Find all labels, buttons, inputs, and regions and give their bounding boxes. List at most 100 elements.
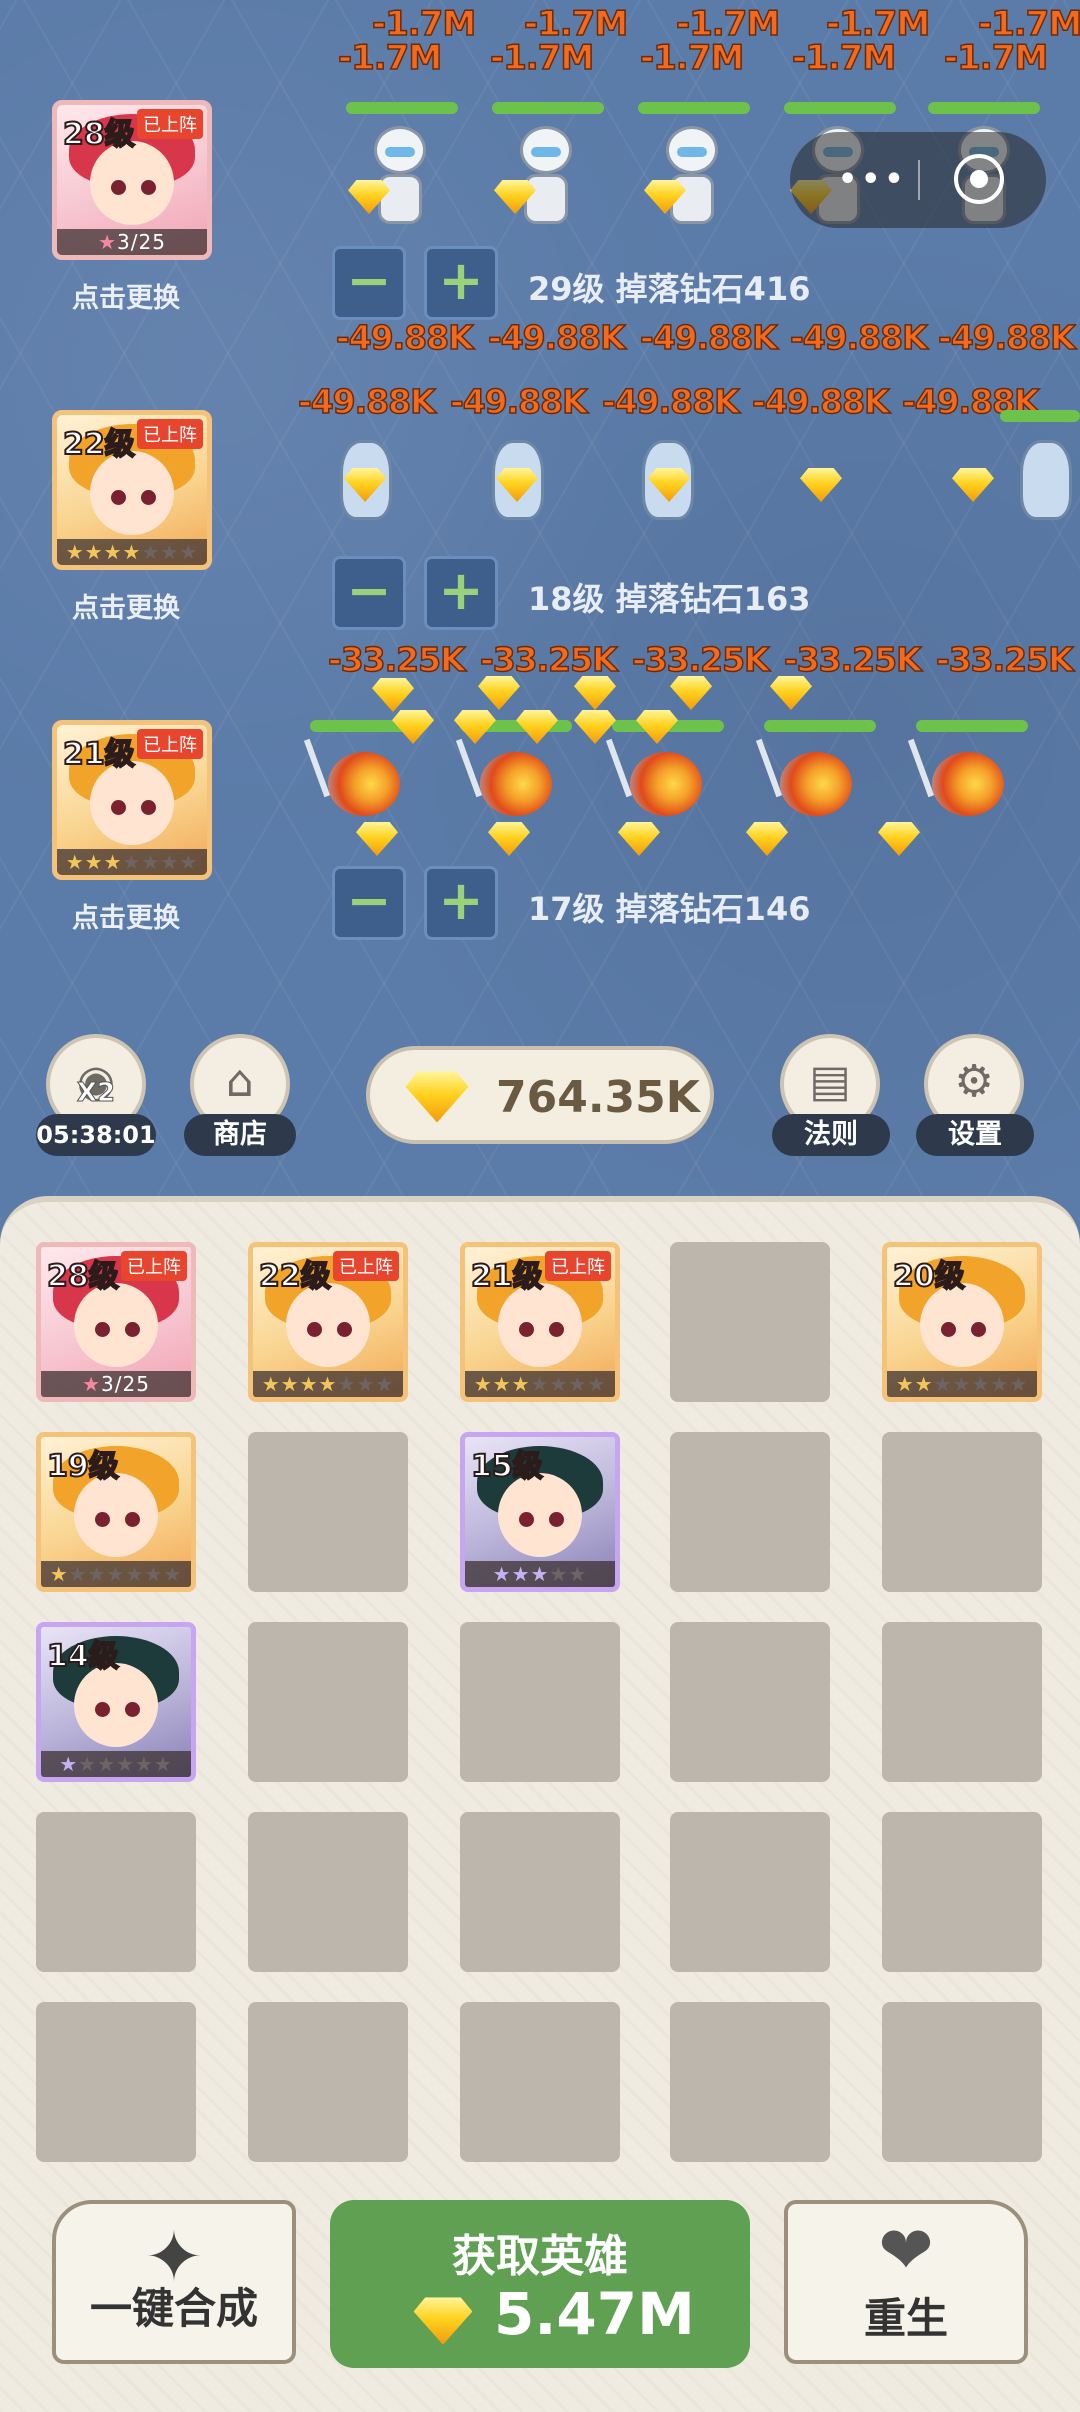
damage-number: -33.25K <box>783 639 922 680</box>
inventory-slot-empty[interactable] <box>670 1812 830 1972</box>
get-hero-button[interactable]: 获取英雄 5.47M <box>330 2200 750 2368</box>
inventory-slot-empty[interactable] <box>36 2002 196 2162</box>
inventory-slot-empty[interactable] <box>882 1812 1042 1972</box>
inventory-slot-empty[interactable] <box>460 2002 620 2162</box>
star-rating: ★★★★★★ <box>41 1751 191 1777</box>
damage-number: -49.88K <box>639 317 778 358</box>
enemy-hp-bar <box>492 102 604 114</box>
inventory-slot-empty[interactable] <box>460 1812 620 1972</box>
settings-label[interactable]: 设置 <box>916 1114 1034 1156</box>
lane-3-hero-card[interactable]: 21级 已上阵 ★★★★★★★ <box>52 720 212 880</box>
gem-icon <box>636 710 678 744</box>
inventory-slot-empty[interactable] <box>882 2002 1042 2162</box>
rebirth-button[interactable]: ❤ 重生 <box>784 2200 1028 2364</box>
rules-label[interactable]: 法则 <box>772 1114 890 1156</box>
lane-2-minus-button[interactable]: − <box>332 556 406 630</box>
inventory-slot-empty[interactable] <box>248 1622 408 1782</box>
damage-number: -49.88K <box>487 317 626 358</box>
damage-number: -49.88K <box>751 381 890 422</box>
shop-label[interactable]: 商店 <box>184 1114 296 1156</box>
inventory-slot-hero[interactable]: 19级 ★★★★★★★ <box>36 1432 196 1592</box>
enemy-hp-bar <box>764 720 876 732</box>
change-hero-link[interactable]: 点击更换 <box>72 896 180 935</box>
capsule-menu: ••• <box>790 132 1046 228</box>
gem-counter: 764.35K <box>366 1046 714 1144</box>
inventory-slot-empty[interactable] <box>248 1432 408 1592</box>
star-progress: ★3/25 <box>57 229 207 255</box>
inventory-slot-empty[interactable] <box>670 1242 830 1402</box>
inventory-slot-hero[interactable]: 28级 已上阵 ★3/25 <box>36 1242 196 1402</box>
enemy-hp-bar <box>784 102 896 114</box>
lane-3-minus-button[interactable]: − <box>332 866 406 940</box>
star-rating: ★★★★★★★ <box>41 1561 191 1587</box>
inventory-slot-empty[interactable] <box>248 2002 408 2162</box>
inventory-slot-hero[interactable]: 20级 ★★★★★★★ <box>882 1242 1042 1402</box>
auto-merge-button[interactable]: ✦ 一键合成 <box>52 2200 296 2364</box>
inventory-slot-hero[interactable]: 14级 ★★★★★★ <box>36 1622 196 1782</box>
gem-icon <box>348 180 390 214</box>
gem-icon <box>746 822 788 856</box>
gem-icon <box>878 822 920 856</box>
lane-1-hero-card[interactable]: 28级 已上阵 ★3/25 <box>52 100 212 260</box>
more-icon[interactable]: ••• <box>838 162 908 197</box>
change-hero-link[interactable]: 点击更换 <box>72 586 180 625</box>
get-hero-cost: 5.47M <box>494 2280 695 2348</box>
damage-number: -49.88K <box>601 381 740 422</box>
gem-icon <box>414 2297 473 2345</box>
hero-level: 22级 <box>258 1258 332 1295</box>
damage-number: -49.88K <box>937 317 1076 358</box>
damage-number: -1.7M <box>337 37 443 79</box>
hero-level: 21级 <box>470 1258 544 1295</box>
inventory-slot-empty[interactable] <box>460 1622 620 1782</box>
star-icon: ★ <box>98 230 117 254</box>
star-rating: ★★★★★★★ <box>887 1371 1037 1397</box>
onstage-badge: 已上阵 <box>137 419 203 449</box>
damage-number: -1.7M <box>791 37 897 79</box>
star-rating: ★★★★★★★ <box>465 1371 615 1397</box>
gem-icon <box>356 822 398 856</box>
onstage-badge: 已上阵 <box>545 1251 611 1281</box>
gem-icon <box>574 710 616 744</box>
hero-level: 19级 <box>46 1448 120 1485</box>
flame-crab-enemy <box>755 738 866 828</box>
inventory-slot-empty[interactable] <box>882 1622 1042 1782</box>
close-icon[interactable] <box>954 154 1004 204</box>
lane-2-plus-button[interactable]: + <box>424 556 498 630</box>
lane-2-hero-card[interactable]: 22级 已上阵 ★★★★★★★ <box>52 410 212 570</box>
flame-crab-enemy <box>455 738 566 828</box>
gem-icon <box>800 468 842 502</box>
inventory-slot-hero[interactable]: 22级 已上阵 ★★★★★★★ <box>248 1242 408 1402</box>
inventory-slot-hero[interactable]: 21级 已上阵 ★★★★★★★ <box>460 1242 620 1402</box>
inventory-slot-empty[interactable] <box>36 1812 196 1972</box>
enemy-hp-bar <box>928 102 1040 114</box>
enemy-hp-bar <box>1000 410 1080 422</box>
onstage-badge: 已上阵 <box>333 1251 399 1281</box>
gem-icon <box>494 180 536 214</box>
get-hero-label: 获取英雄 <box>452 2231 628 2282</box>
star-rating: ★★★★★ <box>465 1561 615 1587</box>
hero-level: 21级 <box>62 736 136 773</box>
double-label: X2 <box>76 1078 116 1109</box>
change-hero-link[interactable]: 点击更换 <box>72 276 180 315</box>
gem-icon <box>488 822 530 856</box>
book-icon: ▤ <box>809 1056 851 1107</box>
inventory-slot-hero[interactable]: 15级 ★★★★★ <box>460 1432 620 1592</box>
inventory-slot-empty[interactable] <box>248 1812 408 1972</box>
gem-icon <box>670 676 712 710</box>
hero-level: 15级 <box>470 1448 544 1485</box>
inventory-slot-empty[interactable] <box>670 2002 830 2162</box>
inventory-slot-empty[interactable] <box>882 1432 1042 1592</box>
hero-level: 14级 <box>46 1638 120 1675</box>
hero-level: 20级 <box>892 1258 966 1295</box>
inventory-slot-empty[interactable] <box>670 1432 830 1592</box>
damage-number: -49.88K <box>449 381 588 422</box>
lane-1-plus-button[interactable]: + <box>424 246 498 320</box>
inventory-slot-empty[interactable] <box>670 1622 830 1782</box>
gem-icon <box>496 468 538 502</box>
lane-3-plus-button[interactable]: + <box>424 866 498 940</box>
lane-1-minus-button[interactable]: − <box>332 246 406 320</box>
gem-icon <box>344 468 386 502</box>
damage-number: -49.88K <box>335 317 474 358</box>
lane-2-info: 18级 掉落钻石163 <box>528 580 811 618</box>
gem-icon <box>644 180 686 214</box>
